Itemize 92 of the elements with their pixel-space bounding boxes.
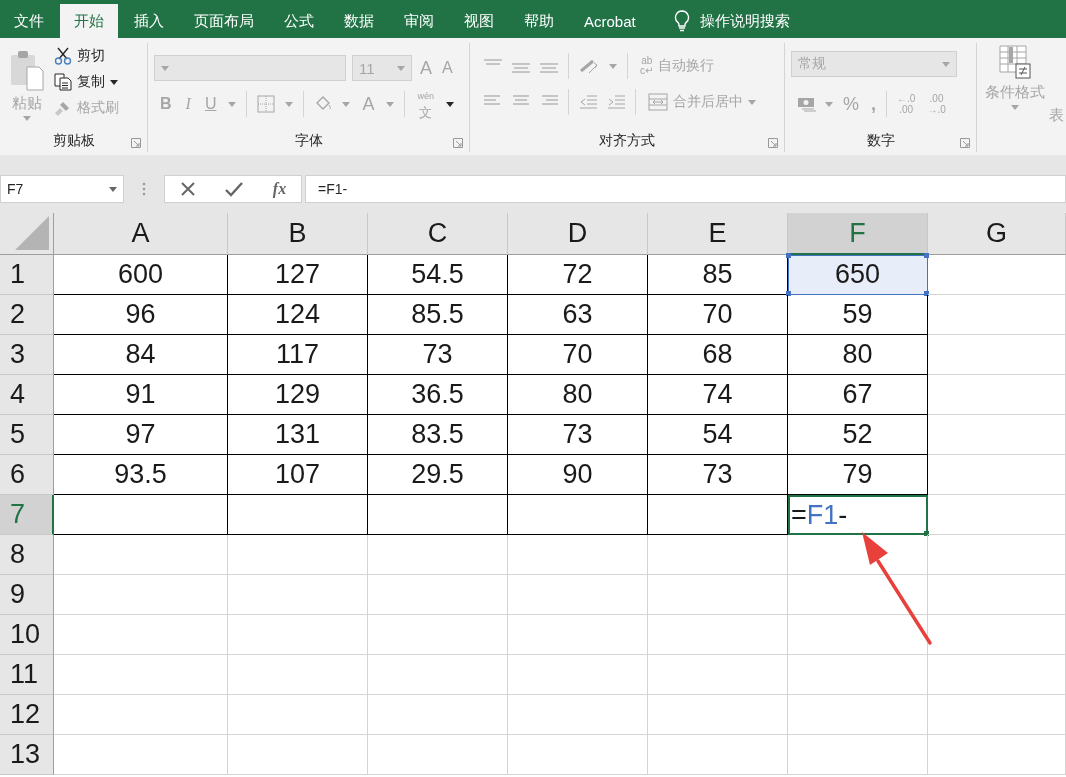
menu-tab[interactable]: 数据 (330, 4, 388, 38)
group-title: 对齐方式 (599, 132, 655, 150)
menu-tab[interactable]: 文件 (0, 4, 58, 38)
group-title: 数字 (866, 132, 895, 150)
row-header[interactable]: 11 (0, 655, 54, 695)
table-cell: 90 (508, 455, 648, 495)
column-header[interactable]: B (228, 213, 368, 255)
table-cell: 68 (648, 335, 788, 375)
table-cell: 96 (54, 295, 228, 335)
dialog-launcher-icon[interactable] (453, 138, 463, 148)
borders-icon[interactable] (257, 95, 276, 113)
cancel-icon[interactable] (179, 181, 196, 197)
table-cell: 72 (508, 255, 648, 295)
table-cell: 79 (788, 455, 928, 495)
menu-tab[interactable]: 视图 (450, 4, 508, 38)
decrease-indent-icon[interactable] (579, 94, 597, 110)
lightbulb-icon[interactable] (673, 10, 690, 32)
table-cell: 54 (648, 415, 788, 455)
row-header[interactable]: 7 (0, 495, 54, 535)
menu-tab[interactable]: 页面布局 (180, 4, 268, 38)
table-cell: 36.5 (368, 375, 508, 415)
row-header[interactable]: 1 (0, 255, 54, 295)
table-cell: 117 (228, 335, 368, 375)
group-title: 剪贴板 (52, 132, 95, 150)
table-cell: 97 (54, 415, 228, 455)
name-box[interactable]: F7 (0, 175, 124, 203)
merge-cells-icon[interactable] (648, 93, 668, 111)
row-header[interactable]: 4 (0, 375, 54, 415)
row-header[interactable]: 12 (0, 695, 54, 735)
formula-field[interactable]: =F1- (305, 175, 1066, 203)
check-icon[interactable] (225, 181, 244, 197)
grip-dots-icon (142, 182, 146, 196)
table-cell: 63 (508, 295, 648, 335)
table-cell: 59 (788, 295, 928, 335)
column-header[interactable]: A (54, 213, 228, 255)
table-cell: 29.5 (368, 455, 508, 495)
column-header[interactable]: D (508, 213, 648, 255)
dialog-launcher-icon[interactable] (768, 138, 778, 148)
table-cell: 85.5 (368, 295, 508, 335)
currency-icon[interactable] (797, 95, 817, 113)
menu-tab[interactable]: 插入 (120, 4, 178, 38)
row-header[interactable]: 5 (0, 415, 54, 455)
column-header[interactable]: E (648, 213, 788, 255)
menu-tab[interactable]: Acrobat (570, 4, 650, 38)
conditional-format-icon[interactable] (998, 44, 1032, 80)
menu-tab[interactable]: 公式 (270, 4, 328, 38)
table-cell: 124 (228, 295, 368, 335)
dialog-launcher-icon[interactable] (960, 138, 970, 148)
table-cell: 70 (648, 295, 788, 335)
corner-triangle-icon[interactable] (15, 216, 49, 250)
table-cell: 600 (54, 255, 228, 295)
table-cell: 70 (508, 335, 648, 375)
table-cell: 84 (54, 335, 228, 375)
text-orientation-icon[interactable] (579, 57, 599, 75)
row-header[interactable]: 9 (0, 575, 54, 615)
column-header[interactable]: G (928, 213, 1066, 255)
table-cell: 83.5 (368, 415, 508, 455)
table-cell: 91 (54, 375, 228, 415)
table-cell: 73 (368, 335, 508, 375)
group-title: 字体 (294, 132, 323, 150)
table-cell: 73 (508, 415, 648, 455)
caret-icon[interactable] (446, 101, 454, 107)
table-cell: 650 (788, 255, 928, 295)
row-header[interactable]: 3 (0, 335, 54, 375)
increase-indent-icon[interactable] (607, 94, 625, 110)
column-header[interactable]: F (788, 213, 928, 255)
table-cell: 107 (228, 455, 368, 495)
table-cell: 131 (228, 415, 368, 455)
dialog-launcher-icon[interactable] (131, 138, 141, 148)
table-cell: 127 (228, 255, 368, 295)
menu-tab[interactable]: 审阅 (390, 4, 448, 38)
row-header[interactable]: 2 (0, 295, 54, 335)
menu-tab[interactable]: 帮助 (510, 4, 568, 38)
row-header[interactable]: 6 (0, 455, 54, 495)
table-cell: 52 (788, 415, 928, 455)
table-cell: 80 (788, 335, 928, 375)
table-cell: 73 (648, 455, 788, 495)
table-cell: 74 (648, 375, 788, 415)
row-header[interactable]: 13 (0, 735, 54, 775)
column-header[interactable]: C (368, 213, 508, 255)
table-cell: 80 (508, 375, 648, 415)
row-header[interactable]: 10 (0, 615, 54, 655)
menu-tab[interactable]: 开始 (60, 4, 118, 38)
table-cell: 67 (788, 375, 928, 415)
insert-function-button[interactable]: fx (272, 180, 287, 198)
editing-cell[interactable]: =F1- (788, 495, 928, 535)
select-all-button[interactable] (0, 213, 54, 255)
table-cell: 93.5 (54, 455, 228, 495)
search-hint[interactable]: 操作说明搜索 (699, 11, 790, 31)
table-cell: 54.5 (368, 255, 508, 295)
table-cell: 129 (228, 375, 368, 415)
row-header[interactable]: 8 (0, 535, 54, 575)
